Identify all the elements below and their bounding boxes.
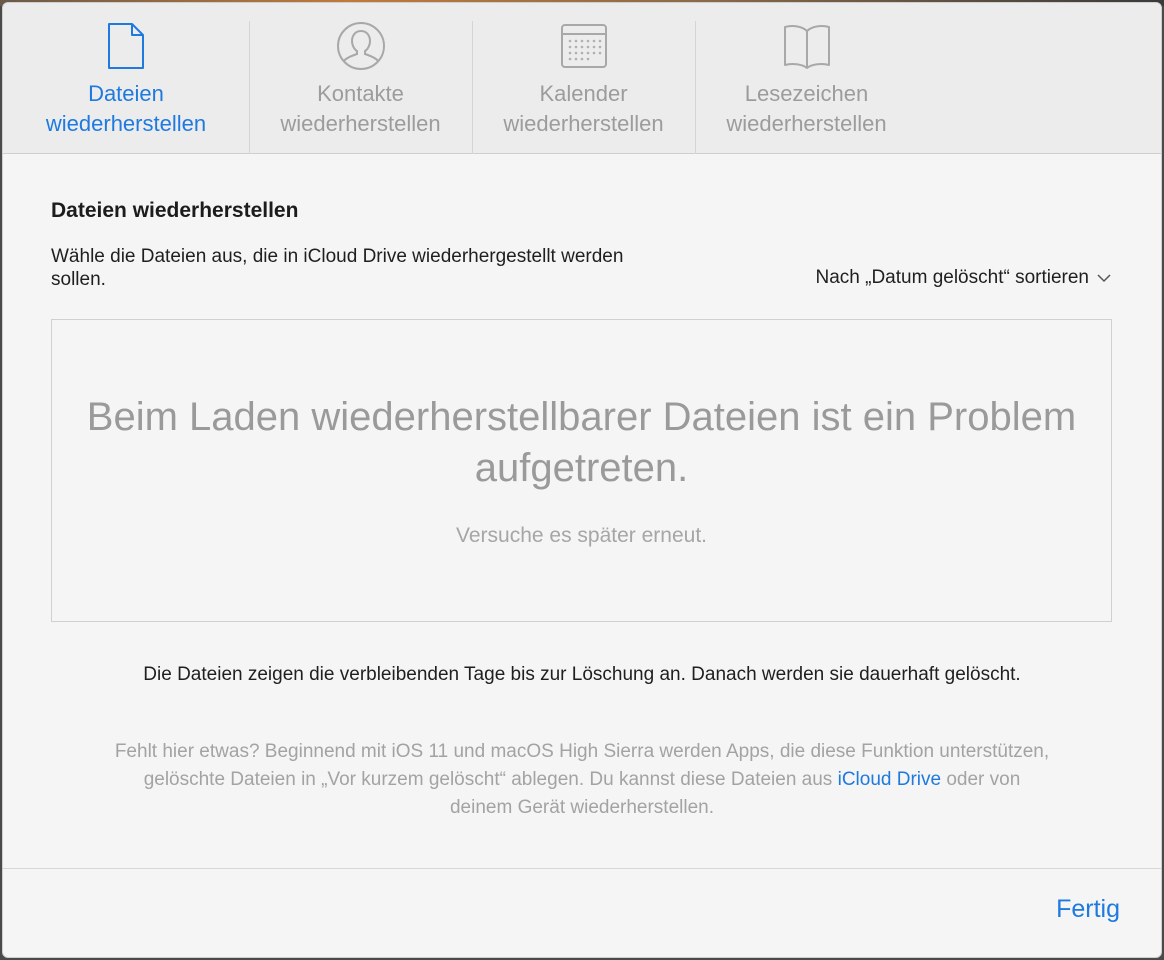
document-icon [101, 21, 151, 71]
help-text: Fehlt hier etwas? Beginnend mit iOS 11 u… [113, 738, 1051, 822]
chevron-down-icon [1097, 273, 1111, 283]
icloud-drive-link[interactable]: iCloud Drive [838, 769, 941, 790]
tab-label-line2: wiederherstellen [503, 111, 664, 136]
restore-dialog: Dateien wiederherstellen Kontakte wieder… [2, 2, 1162, 958]
contact-icon [336, 21, 386, 71]
calendar-icon [559, 21, 609, 71]
tab-restore-files[interactable]: Dateien wiederherstellen [3, 3, 249, 154]
tab-label: Kalender wiederherstellen [503, 79, 663, 139]
tab-label-line2: wiederherstellen [45, 111, 207, 136]
tab-label-line2: wiederherstellen [726, 111, 887, 136]
tab-label-line1: Dateien [88, 81, 164, 106]
info-text: Die Dateien zeigen die verbleibenden Tag… [143, 664, 1021, 685]
sort-label: Nach „Datum gelöscht“ sortieren [815, 267, 1090, 288]
tab-label-line2: wiederherstellen [280, 111, 441, 136]
sort-dropdown[interactable]: Nach „Datum gelöscht“ sortieren [816, 267, 1112, 289]
dialog-footer: Fertig [3, 868, 1161, 957]
tab-label-line1: Kalender [539, 81, 628, 106]
tab-label-line1: Lesezeichen [744, 81, 869, 106]
done-button[interactable]: Fertig [1056, 895, 1120, 924]
book-icon [782, 21, 832, 71]
tab-restore-contacts[interactable]: Kontakte wiederherstellen [249, 3, 472, 154]
tab-label: Dateien wiederherstellen [46, 79, 206, 139]
tab-restore-calendar[interactable]: Kalender wiederherstellen [472, 3, 695, 154]
tab-label: Lesezeichen wiederherstellen [726, 79, 886, 139]
error-subtitle: Versuche es später erneut. [456, 524, 707, 547]
tab-bar: Dateien wiederherstellen Kontakte wieder… [3, 3, 1161, 154]
tab-restore-bookmarks[interactable]: Lesezeichen wiederherstellen [695, 3, 918, 154]
file-list: Beim Laden wiederherstellbarer Dateien i… [51, 319, 1112, 622]
page-title: Dateien wiederherstellen [51, 199, 299, 222]
error-message: Beim Laden wiederherstellbarer Dateien i… [86, 395, 1077, 490]
instructions-text: Wähle die Dateien aus, die in iCloud Dri… [51, 246, 624, 290]
tab-label-line1: Kontakte [317, 81, 404, 106]
tab-label: Kontakte wiederherstellen [280, 79, 440, 139]
